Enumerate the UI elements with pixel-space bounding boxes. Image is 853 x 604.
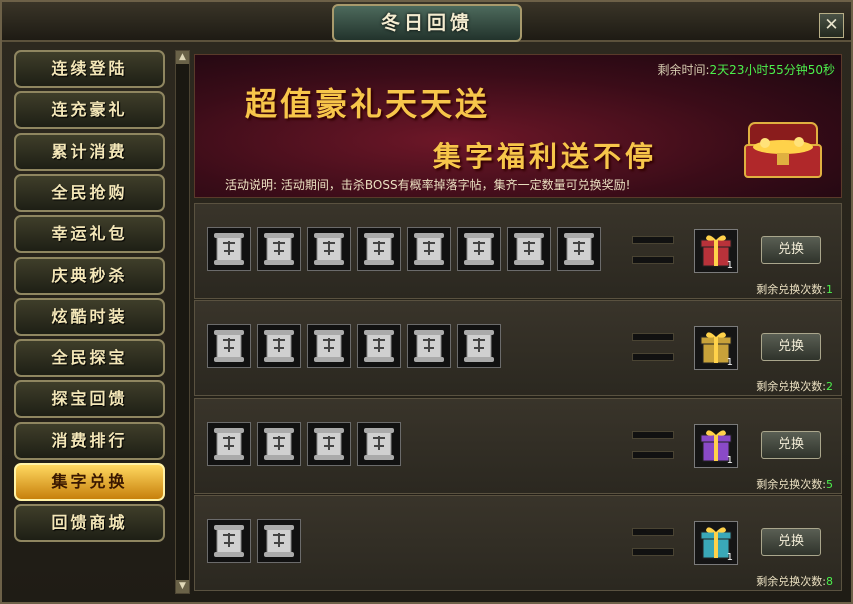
remaining-count: 8 xyxy=(826,575,833,588)
sidebar-item[interactable]: 累计消费 xyxy=(14,132,165,171)
activity-window: 冬日回馈 ✕ 连续登陆 连充豪礼 累计消费 全民抢购 幸运礼包 庆典秒杀 炫酷时装 全民探宝探… xyxy=(0,0,853,604)
remaining-exchanges: 剩余兑换次数:5 xyxy=(756,476,833,492)
remaining-label: 剩余兑换次数: xyxy=(756,575,826,588)
scroll-icon[interactable] xyxy=(407,227,451,271)
scroll-icon[interactable] xyxy=(207,324,251,368)
scroll-icon[interactable] xyxy=(457,324,501,368)
scroll-icon[interactable] xyxy=(207,227,251,271)
scroll-icon[interactable] xyxy=(357,422,401,466)
scroll-icon[interactable] xyxy=(407,324,451,368)
exchange-button[interactable]: 兑换 xyxy=(761,333,821,361)
scroll-icon[interactable] xyxy=(557,227,601,271)
timer-value: 2天23小时55分钟50秒 xyxy=(709,63,835,77)
sidebar-item[interactable]: 探宝回馈 xyxy=(14,380,165,419)
equals-bar xyxy=(632,548,674,556)
sidebar-item[interactable]: 连充豪礼 xyxy=(14,91,165,130)
scroll-icon[interactable] xyxy=(257,324,301,368)
sidebar-item[interactable]: 连续登陆 xyxy=(14,50,165,88)
equals-bar xyxy=(632,236,674,244)
scroll-icon[interactable] xyxy=(457,227,501,271)
exchange-row: 1 兑换剩余兑换次数:8 xyxy=(194,495,842,591)
gift-box-icon[interactable]: 1 xyxy=(694,326,738,370)
scroll-icon[interactable] xyxy=(207,519,251,563)
remaining-count: 5 xyxy=(826,478,833,491)
scroll-icon[interactable] xyxy=(307,227,351,271)
equals-bar xyxy=(632,451,674,459)
equals-bar xyxy=(632,353,674,361)
sidebar-item[interactable]: 全民抢购 xyxy=(14,173,165,212)
gift-count: 1 xyxy=(726,455,733,466)
remaining-exchanges: 剩余兑换次数:2 xyxy=(756,378,833,394)
description-text: 活动期间，击杀BOSS有概率掉落字帖，集齐一定数量可兑换奖励! xyxy=(280,178,631,192)
equals-bar xyxy=(632,333,674,341)
exchange-button[interactable]: 兑换 xyxy=(761,431,821,459)
equals-bar xyxy=(632,528,674,536)
gift-count: 1 xyxy=(726,260,733,271)
sidebar-item[interactable]: 炫酷时装 xyxy=(14,297,165,336)
sidebar-item[interactable]: 庆典秒杀 xyxy=(14,256,165,295)
exchange-row: 1 兑换剩余兑换次数:2 xyxy=(194,300,842,396)
description-label: 活动说明: xyxy=(225,178,278,192)
event-banner: 超值豪礼天天送 集字福利送不停 剩余时间:2天23小时55分钟50秒 活动说明:… xyxy=(194,54,842,198)
activity-description: 活动说明: 活动期间，击杀BOSS有概率掉落字帖，集齐一定数量可兑换奖励! xyxy=(225,176,630,193)
sidebar-item[interactable]: 全民探宝 xyxy=(14,339,165,378)
timer-label: 剩余时间: xyxy=(657,63,710,77)
gift-box-icon[interactable]: 1 xyxy=(694,229,738,273)
sidebar-item[interactable]: 消费排行 xyxy=(14,421,165,460)
arrow-down-icon[interactable]: ▼ xyxy=(176,580,189,593)
gift-count: 1 xyxy=(726,357,733,368)
gift-count: 1 xyxy=(726,552,733,563)
gift-box-icon[interactable]: 1 xyxy=(694,424,738,468)
scroll-icon[interactable] xyxy=(357,324,401,368)
window-title: 冬日回馈 xyxy=(332,4,522,42)
treasure-chest-icon xyxy=(744,122,822,178)
remaining-label: 剩余兑换次数: xyxy=(756,478,826,491)
gift-box-icon[interactable]: 1 xyxy=(694,521,738,565)
remaining-count: 2 xyxy=(826,380,833,393)
remaining-count: 1 xyxy=(826,283,833,296)
remaining-label: 剩余兑换次数: xyxy=(756,283,826,296)
scroll-icon[interactable] xyxy=(257,227,301,271)
exchange-button[interactable]: 兑换 xyxy=(761,528,821,556)
sidebar-item[interactable]: 幸运礼包 xyxy=(14,215,165,254)
scrollbar[interactable]: ▲ ▼ xyxy=(175,50,190,594)
scroll-icon[interactable] xyxy=(307,422,351,466)
exchange-row: 1 兑换 剩余兑换次数:1 xyxy=(194,203,842,299)
remaining-exchanges: 剩余兑换次数:8 xyxy=(756,573,833,589)
countdown-timer: 剩余时间:2天23小时55分钟50秒 xyxy=(658,61,836,78)
sidebar-item[interactable]: 回馈商城 xyxy=(14,504,165,543)
sidebar-item[interactable]: 集字兑换 xyxy=(14,463,165,501)
scroll-icon[interactable] xyxy=(257,422,301,466)
exchange-row: 1 兑换剩余兑换次数:5 xyxy=(194,398,842,494)
banner-subtitle: 集字福利送不停 xyxy=(433,140,658,173)
scroll-icon[interactable] xyxy=(307,324,351,368)
scroll-icon[interactable] xyxy=(507,227,551,271)
equals-bar xyxy=(632,431,674,439)
exchange-button[interactable]: 兑换 xyxy=(761,236,821,264)
equals-bar xyxy=(632,256,674,264)
title-bar: 冬日回馈 ✕ xyxy=(2,2,851,42)
scroll-icon[interactable] xyxy=(257,519,301,563)
remaining-exchanges: 剩余兑换次数:1 xyxy=(756,281,833,297)
close-button[interactable]: ✕ xyxy=(819,13,844,38)
arrow-up-icon[interactable]: ▲ xyxy=(176,51,189,64)
scroll-icon[interactable] xyxy=(357,227,401,271)
scroll-icon[interactable] xyxy=(207,422,251,466)
banner-title: 超值豪礼天天送 xyxy=(245,85,491,123)
remaining-label: 剩余兑换次数: xyxy=(756,380,826,393)
